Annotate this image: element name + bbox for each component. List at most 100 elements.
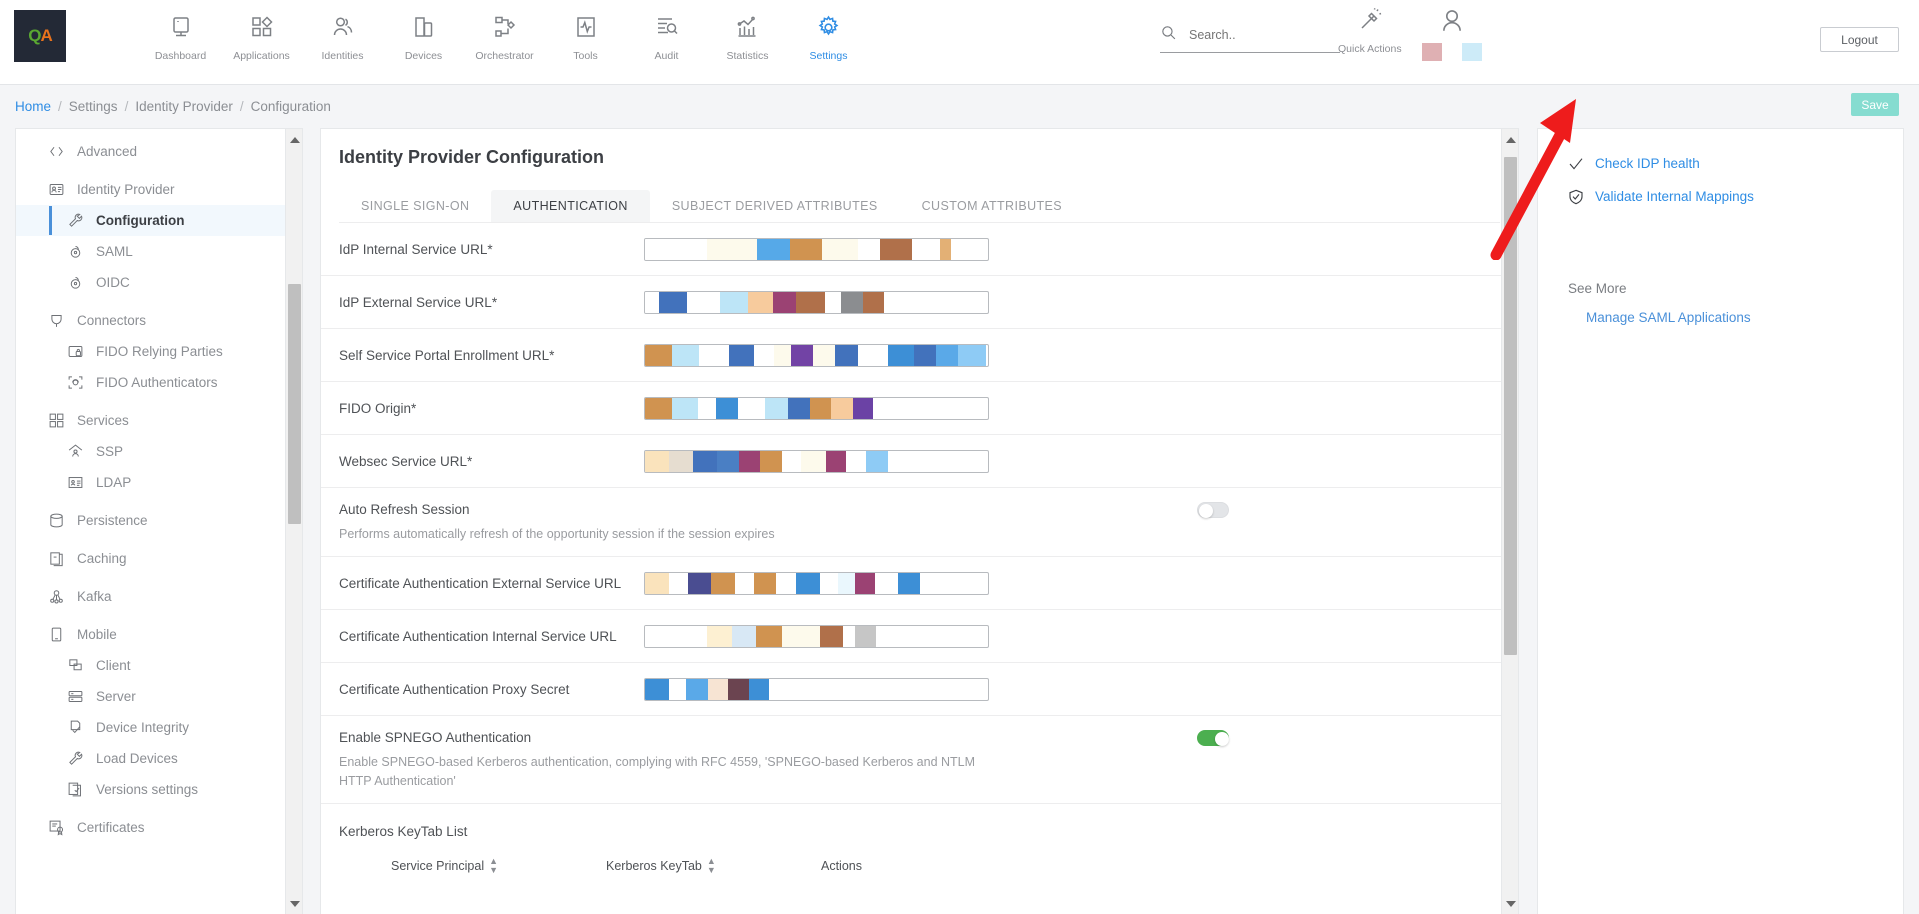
redaction-block [645, 239, 707, 260]
sort-updown-icon[interactable]: ▲▼ [707, 857, 716, 875]
sidebar-item-fido-authenticators[interactable]: FIDO Authenticators [16, 367, 302, 398]
sidebar-item-caching[interactable]: Caching [16, 543, 302, 574]
quick-actions-button[interactable]: Quick Actions [1338, 8, 1402, 55]
sidebar-item-load-devices[interactable]: Load Devices [16, 743, 302, 774]
sidebar-item-versions-settings[interactable]: Versions settings [16, 774, 302, 805]
nav-item-audit[interactable]: Audit [626, 6, 707, 62]
scroll-up-icon[interactable] [290, 137, 300, 143]
app-logo[interactable]: QA [14, 10, 66, 62]
form-row: Certificate Authentication Proxy Secret [321, 663, 1518, 716]
sort-updown-icon[interactable]: ▲▼ [489, 857, 498, 875]
sidebar-item-client[interactable]: Client [16, 650, 302, 681]
sidebar-item-advanced[interactable]: Advanced [16, 136, 302, 167]
idp-external-service-url-input[interactable] [644, 291, 989, 314]
sidebar-item-label: Persistence [77, 513, 148, 528]
sidebar-item-identity-provider[interactable]: Identity Provider [16, 174, 302, 205]
redaction-block [693, 451, 717, 472]
main-nav-items: Dashboard Applications Identities Device… [140, 6, 869, 62]
main-scroll-thumb[interactable] [1504, 157, 1517, 655]
sidebar-item-persistence[interactable]: Persistence [16, 505, 302, 536]
redaction-block [765, 398, 788, 419]
apps-grid-icon [44, 412, 68, 429]
workflow-icon [493, 11, 517, 43]
redaction-block [698, 398, 716, 419]
versions-icon [63, 781, 87, 798]
sidebar-item-mobile[interactable]: Mobile [16, 619, 302, 650]
tab-subject-derived-attributes[interactable]: SUBJECT DERIVED ATTRIBUTES [650, 190, 900, 222]
sidebar-item-ssp[interactable]: SSP [16, 436, 302, 467]
nav-item-orchestrator[interactable]: Orchestrator [464, 6, 545, 62]
nav-item-dashboard[interactable]: Dashboard [140, 6, 221, 62]
redaction-block [738, 398, 765, 419]
sidebar-scroll-thumb[interactable] [288, 284, 301, 524]
nav-label: Tools [573, 50, 598, 62]
websec-service-url-input[interactable] [644, 450, 989, 473]
main-scrollbar[interactable] [1501, 129, 1518, 914]
search-input[interactable] [1187, 27, 1317, 43]
sidebar-item-services[interactable]: Services [16, 405, 302, 436]
field-label: Websec Service URL* [339, 454, 644, 469]
statistics-icon [736, 11, 760, 43]
fido-origin-input[interactable] [644, 397, 989, 420]
redaction-block [866, 451, 888, 472]
certificate-authentication-internal-service-url-input[interactable] [644, 625, 989, 648]
sidebar-item-device-integrity[interactable]: Device Integrity [16, 712, 302, 743]
logo-letter-q: Q [28, 26, 40, 46]
idp-internal-service-url-input[interactable] [644, 238, 989, 261]
column-header-kerberos-keytab[interactable]: Kerberos KeyTab▲▼ [606, 857, 821, 875]
check-idp-health-link[interactable]: Check IDP health [1568, 147, 1903, 180]
scroll-down-icon[interactable] [1506, 901, 1516, 907]
sidebar-item-kafka[interactable]: Kafka [16, 581, 302, 612]
nav-item-identities[interactable]: Identities [302, 6, 383, 62]
sidebar-item-fido-relying-parties[interactable]: FIDO Relying Parties [16, 336, 302, 367]
scroll-down-icon[interactable] [290, 901, 300, 907]
form-row: Self Service Portal Enrollment URL* [321, 329, 1518, 382]
scroll-up-icon[interactable] [1506, 137, 1516, 143]
id-card-icon [44, 181, 68, 198]
validate-internal-mappings-link[interactable]: Validate Internal Mappings [1568, 180, 1903, 213]
column-header-service-principal[interactable]: Service Principal▲▼ [391, 857, 606, 875]
sidebar-item-saml[interactable]: SAML [16, 236, 302, 267]
checkmark-icon [1568, 156, 1590, 172]
nav-item-applications[interactable]: Applications [221, 6, 302, 62]
nav-item-tools[interactable]: Tools [545, 6, 626, 62]
save-button[interactable]: Save [1851, 93, 1899, 116]
sidebar-item-label: SAML [96, 244, 133, 259]
redaction-block [699, 345, 729, 366]
toggle-row: Auto Refresh SessionPerforms automatical… [321, 488, 1518, 557]
keytab-list-title: Kerberos KeyTab List [321, 804, 1518, 839]
redaction-block [791, 345, 813, 366]
breadcrumb-item-home[interactable]: Home [15, 99, 51, 114]
sidebar-item-label: Identity Provider [77, 182, 175, 197]
nav-item-devices[interactable]: Devices [383, 6, 464, 62]
sidebar-item-server[interactable]: Server [16, 681, 302, 712]
self-service-portal-enrollment-url-input[interactable] [644, 344, 989, 367]
sidebar-item-ldap[interactable]: LDAP [16, 467, 302, 498]
sidebar-item-certificates[interactable]: Certificates [16, 812, 302, 843]
search-container[interactable] [1160, 24, 1340, 53]
certificate-authentication-external-service-url-input[interactable] [644, 572, 989, 595]
nav-item-settings[interactable]: Settings [788, 6, 869, 62]
sidebar-item-connectors[interactable]: Connectors [16, 305, 302, 336]
redaction-block [790, 239, 822, 260]
enable-spnego-authentication-toggle[interactable] [1197, 730, 1229, 746]
certificate-authentication-proxy-secret-input[interactable] [644, 678, 989, 701]
monitor-icon [169, 11, 193, 43]
logout-button[interactable]: Logout [1820, 27, 1899, 52]
manage-saml-applications-link[interactable]: Manage SAML Applications [1586, 310, 1903, 325]
logo-letter-a: A [40, 26, 51, 46]
sidebar-item-configuration[interactable]: Configuration [16, 205, 302, 236]
breadcrumb-item-settings[interactable]: Settings [69, 99, 118, 114]
swatch-2 [1462, 43, 1482, 61]
sidebar-item-oidc[interactable]: OIDC [16, 267, 302, 298]
nav-item-statistics[interactable]: Statistics [707, 6, 788, 62]
auto-refresh-session-toggle[interactable] [1197, 502, 1229, 518]
breadcrumb-item-identity-provider[interactable]: Identity Provider [135, 99, 233, 114]
nav-label: Settings [810, 50, 848, 62]
tab-authentication[interactable]: AUTHENTICATION [491, 190, 649, 222]
sidebar-scrollbar[interactable] [285, 129, 302, 914]
tab-single-sign-on[interactable]: SINGLE SIGN-ON [339, 190, 491, 222]
redaction-block [880, 239, 912, 260]
avatar[interactable] [1422, 8, 1482, 61]
tab-custom-attributes[interactable]: CUSTOM ATTRIBUTES [900, 190, 1084, 222]
